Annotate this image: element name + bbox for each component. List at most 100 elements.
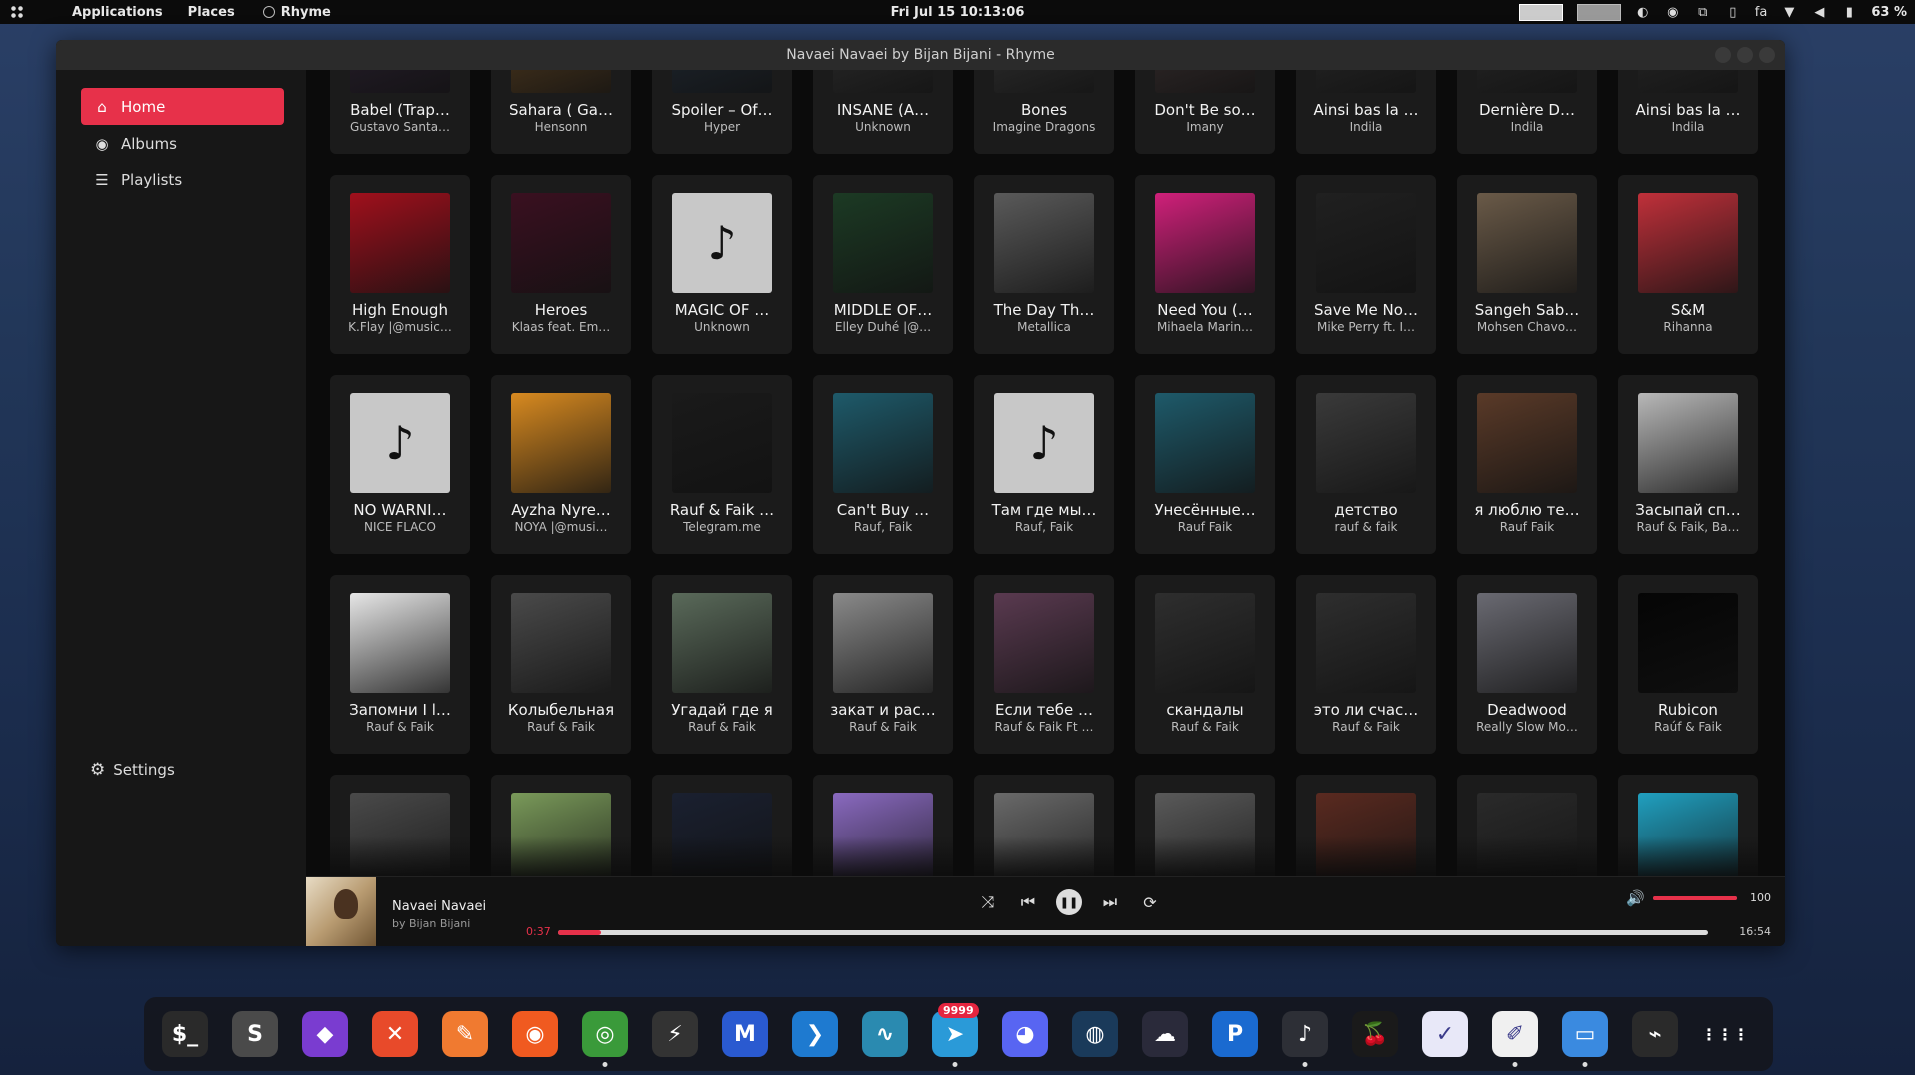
terminal-icon[interactable]: $_ xyxy=(162,1011,208,1057)
album-card[interactable]: Babel (Trap… Gustavo Santa… xyxy=(330,70,470,154)
window-titlebar[interactable]: Navaei Navaei by Bijan Bijani - Rhyme xyxy=(56,40,1785,70)
applications-menu[interactable]: Applications xyxy=(34,5,182,20)
album-card[interactable]: детство rauf & faik xyxy=(1296,375,1436,554)
album-card[interactable]: Halet Khub… xyxy=(652,775,792,876)
workspace-1-indicator[interactable] xyxy=(1518,3,1563,21)
cherry-icon[interactable]: 🍒 xyxy=(1352,1011,1398,1057)
volume-tray-icon[interactable]: ◀ xyxy=(1811,5,1827,20)
album-card[interactable]: Don't Be so… Imany xyxy=(1135,70,1275,154)
album-card[interactable]: Bones Imagine Dragons xyxy=(974,70,1114,154)
album-card[interactable]: Hamgonah … xyxy=(813,775,953,876)
album-card[interactable]: Если тебе … Rauf & Faik Ft … xyxy=(974,575,1114,754)
album-card[interactable]: это ли счас… Rauf & Faik xyxy=(1296,575,1436,754)
shuffle-button[interactable]: ⤨ xyxy=(976,890,1000,914)
volume-slider[interactable] xyxy=(1653,896,1737,900)
album-card[interactable]: скандалы Rauf & Faik xyxy=(1135,575,1275,754)
album-card[interactable]: закат и рас… Rauf & Faik xyxy=(813,575,953,754)
malwarebytes-icon[interactable]: M xyxy=(722,1011,768,1057)
album-card[interactable]: Modele Ma… xyxy=(1296,775,1436,876)
obsidian-icon[interactable]: ◆ xyxy=(302,1011,348,1057)
screenshot-tray-icon[interactable]: ⧉ xyxy=(1695,5,1711,20)
album-card[interactable]: Угадай где я Rauf & Faik xyxy=(652,575,792,754)
close-button[interactable] xyxy=(1759,47,1775,63)
maximize-button[interactable] xyxy=(1737,47,1753,63)
browser-icon[interactable]: ◍ xyxy=(1072,1011,1118,1057)
parsec-icon[interactable]: P xyxy=(1212,1011,1258,1057)
usb-icon[interactable]: ⌁ xyxy=(1632,1011,1678,1057)
album-card[interactable]: Can't Buy … Rauf, Faik xyxy=(813,375,953,554)
sidebar-item-albums[interactable]: ◉ Albums xyxy=(81,125,284,162)
previous-button[interactable]: ⏮ xyxy=(1016,890,1040,914)
app-menu[interactable]: Rhyme xyxy=(251,5,331,20)
album-card[interactable]: Baroon [w… xyxy=(491,775,631,876)
album-card[interactable]: я люблю те… Rauf Faik xyxy=(1457,375,1597,554)
ticktick-icon[interactable]: ✓ xyxy=(1422,1011,1468,1057)
rhyme-icon[interactable]: ♪ xyxy=(1282,1011,1328,1067)
album-card[interactable]: Колыбельная Rauf & Faik xyxy=(491,575,631,754)
album-card[interactable]: ♪ MAGIC OF … Unknown xyxy=(652,175,792,354)
album-card[interactable]: The Day Th… Metallica xyxy=(974,175,1114,354)
album-card[interactable]: Payan [ww… xyxy=(1457,775,1597,876)
clipboard-tray-icon[interactable]: ▯ xyxy=(1725,5,1741,20)
album-card[interactable]: MIDDLE OF… Elley Duhé |@… xyxy=(813,175,953,354)
album-card[interactable]: S&M Rihanna xyxy=(1618,175,1758,354)
pause-button[interactable]: ❚❚ xyxy=(1056,889,1082,915)
now-playing-cover[interactable] xyxy=(306,877,376,946)
keyboard-layout[interactable]: fa xyxy=(1755,5,1768,20)
workspace-2-indicator[interactable] xyxy=(1576,3,1621,21)
album-card[interactable]: Sangeh Sab… Mohsen Chavo… xyxy=(1457,175,1597,354)
discord-icon[interactable]: ◕ xyxy=(1002,1011,1048,1057)
rhyme-tray-icon[interactable]: ◐ xyxy=(1635,5,1651,20)
album-card[interactable]: Засыпай сп… Rauf & Faik, Ba… xyxy=(1618,375,1758,554)
xmind-icon[interactable]: ✕ xyxy=(372,1011,418,1057)
activities-grid-icon[interactable] xyxy=(0,5,34,19)
chrome-icon[interactable]: ◎ xyxy=(582,1011,628,1067)
pencil-icon[interactable]: ✎ xyxy=(442,1011,488,1057)
files-icon[interactable]: ▭ xyxy=(1562,1011,1608,1067)
next-button[interactable]: ⏭ xyxy=(1098,890,1122,914)
album-card[interactable]: ♪ Там где мы… Rauf, Faik xyxy=(974,375,1114,554)
sublime-icon[interactable]: S xyxy=(232,1011,278,1057)
album-card[interactable]: Запомни I l… Rauf & Faik xyxy=(330,575,470,754)
home-content[interactable]: Babel (Trap… Gustavo Santa… Sahara ( Ga… He… xyxy=(306,70,1785,876)
seek-bar[interactable] xyxy=(558,930,1708,935)
album-card[interactable]: Save Me No… Mike Perry ft. I… xyxy=(1296,175,1436,354)
album-card[interactable]: Dernière D… Indila xyxy=(1457,70,1597,154)
repeat-button[interactable]: ⟳ xyxy=(1138,890,1162,914)
app-grid-icon[interactable]: ⋮⋮⋮ xyxy=(1701,1011,1749,1057)
album-card[interactable]: Rauf & Faik … Telegram.me xyxy=(652,375,792,554)
album-card[interactable]: Rubicon Raúf & Faik xyxy=(1618,575,1758,754)
album-card[interactable]: Spoiler – Of… Hyper xyxy=(652,70,792,154)
album-card[interactable]: INSANE (A… Unknown xyxy=(813,70,953,154)
places-menu[interactable]: Places xyxy=(182,5,251,20)
album-card[interactable]: Khakestari [… xyxy=(1135,775,1275,876)
album-card[interactable]: Унесённые… Rauf Faik xyxy=(1135,375,1275,554)
album-card[interactable]: Ainsi bas la … Indila xyxy=(1618,70,1758,154)
volume-icon[interactable]: 🔊 xyxy=(1626,889,1645,907)
album-card[interactable]: Deadwood Really Slow Mo… xyxy=(1457,575,1597,754)
minimize-button[interactable] xyxy=(1715,47,1731,63)
settings-button[interactable]: ⚙ Settings xyxy=(90,760,175,780)
vscode-icon[interactable]: ❯ xyxy=(792,1011,838,1057)
bolt-icon[interactable]: ⚡ xyxy=(652,1011,698,1057)
wifi-icon[interactable]: ▼ xyxy=(1781,5,1797,20)
album-card[interactable]: Heroes Klaas feat. Em… xyxy=(491,175,631,354)
firefox-icon[interactable]: ◉ xyxy=(512,1011,558,1057)
wave-icon[interactable]: ∿ xyxy=(862,1011,908,1057)
album-card[interactable]: Heyf [www… xyxy=(974,775,1114,876)
album-card[interactable]: Ainsi bas la … Indila xyxy=(1296,70,1436,154)
album-card[interactable]: I'm Not The… xyxy=(330,775,470,876)
album-card[interactable]: Need You (… Mihaela Marin… xyxy=(1135,175,1275,354)
document-editor-icon[interactable]: ✐ xyxy=(1492,1011,1538,1067)
album-card[interactable]: ♪ NO WARNI… NICE FLACO xyxy=(330,375,470,554)
cloud-icon[interactable]: ☁ xyxy=(1142,1011,1188,1057)
album-card[interactable]: Romantic (… xyxy=(1618,775,1758,876)
album-card[interactable]: High Enough K.Flay |@music… xyxy=(330,175,470,354)
browser-tray-icon[interactable]: ◉ xyxy=(1665,5,1681,20)
battery-icon[interactable]: ▮ xyxy=(1841,5,1857,20)
sidebar-item-playlists[interactable]: ☰ Playlists xyxy=(81,161,284,198)
album-card[interactable]: Ayzha Nyre… NOYA |@musi… xyxy=(491,375,631,554)
sidebar-item-home[interactable]: ⌂ Home xyxy=(81,88,284,125)
telegram-icon[interactable]: ➤ 9999 xyxy=(932,1003,979,1067)
clock[interactable]: Fri Jul 15 10:13:06 xyxy=(891,5,1025,20)
